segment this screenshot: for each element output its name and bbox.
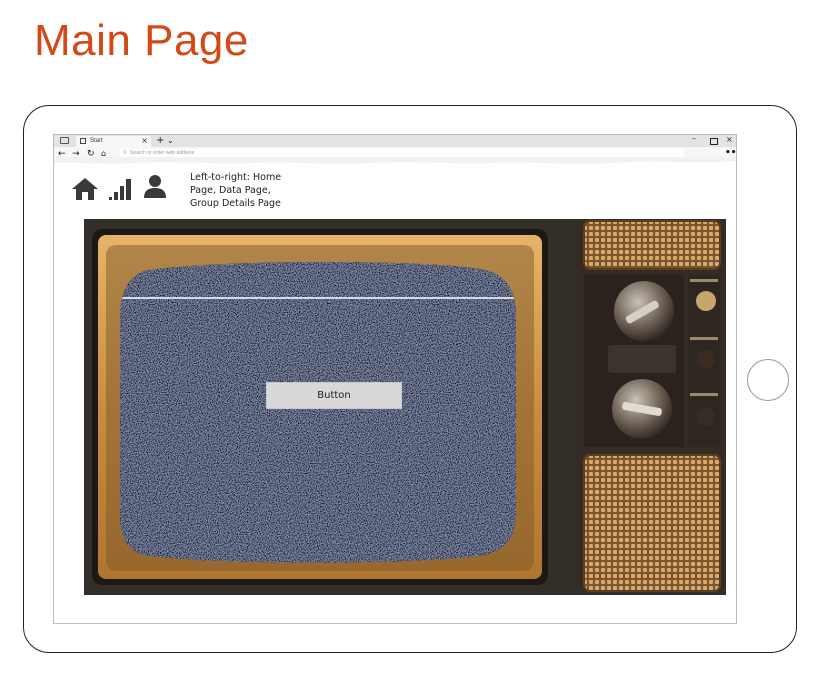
data-bars-icon[interactable]: [109, 179, 133, 201]
tab-list-icon[interactable]: [60, 137, 69, 144]
new-tab-icon[interactable]: +: [156, 135, 164, 146]
retro-tv-image: [84, 219, 726, 595]
tab-bar: Start × + ⌄ – ×: [54, 135, 736, 147]
main-button[interactable]: Button: [266, 382, 402, 409]
address-placeholder: Search or enter web address: [130, 150, 195, 156]
tab-close-icon[interactable]: ×: [141, 136, 148, 145]
browser-window: Start × + ⌄ – × ← → ↻ ⌂ ⚲ Search or ente…: [53, 134, 737, 624]
browser-tab[interactable]: Start ×: [76, 136, 151, 147]
user-icon[interactable]: [143, 174, 167, 200]
favicon-icon: [80, 138, 86, 144]
maximize-icon[interactable]: [710, 138, 718, 145]
chevron-down-icon[interactable]: ⌄: [167, 135, 174, 146]
home-icon[interactable]: [71, 177, 99, 201]
tablet-home-button[interactable]: [747, 359, 789, 401]
tab-label: Start: [90, 137, 103, 144]
close-window-icon[interactable]: ×: [726, 135, 733, 144]
icon-caption: Left-to-right: Home Page, Data Page, Gro…: [190, 172, 282, 209]
torn-edge: [54, 157, 736, 164]
page-title: Main Page: [34, 16, 249, 65]
minimize-icon[interactable]: –: [692, 135, 696, 143]
